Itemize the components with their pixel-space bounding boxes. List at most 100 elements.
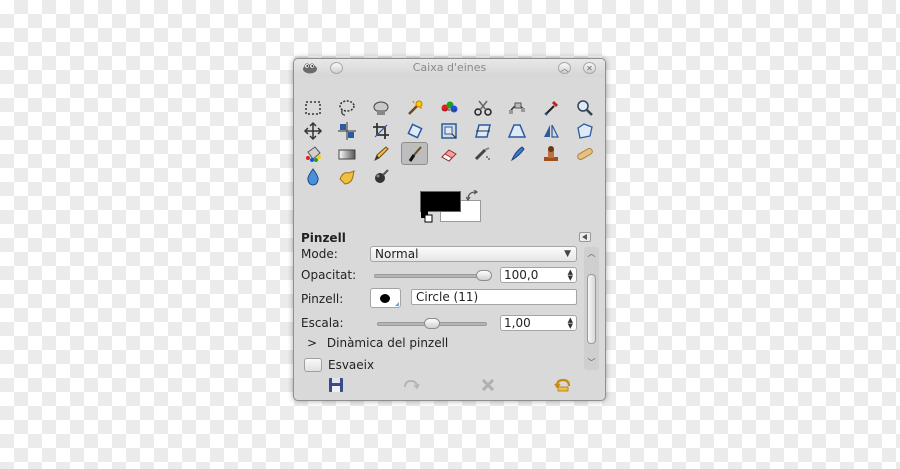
brush-shape-icon (380, 294, 390, 303)
zoom-tool[interactable] (571, 96, 598, 119)
brush-preview-button[interactable] (370, 288, 401, 308)
opacity-value: 100,0 (504, 268, 539, 282)
title-bar[interactable]: Caixa d'eines ︿ ✕ (294, 59, 605, 77)
brush-name-field[interactable]: Circle (11) (411, 289, 577, 305)
fade-checkbox[interactable] (304, 358, 322, 372)
free-select-tool[interactable] (333, 96, 360, 119)
foreground-color-swatch[interactable] (420, 191, 461, 212)
options-scrollbar[interactable]: ︿ ﹀ (584, 247, 599, 370)
scale-icon (440, 122, 457, 139)
default-colors-icon[interactable] (421, 211, 433, 223)
eraser-tool[interactable] (435, 142, 462, 165)
align-tool[interactable] (333, 119, 360, 142)
swap-colors-icon[interactable] (466, 190, 479, 201)
chevron-up-icon: ︿ (560, 64, 569, 73)
foreground-select-tool[interactable] (367, 96, 394, 119)
brush-label: Pinzell: (301, 292, 344, 306)
rect-select-icon (304, 100, 321, 115)
tool-options-panel: Pinzell Mode: Normal ▼ Opacitat: 100,0 ▲… (294, 227, 605, 400)
scale-label: Escala: (301, 316, 344, 330)
scale-tool[interactable] (435, 119, 462, 142)
minimize-button[interactable]: ︿ (558, 62, 571, 74)
heal-tool[interactable] (571, 142, 598, 165)
crop-icon (372, 122, 389, 139)
scale-value: 1,00 (504, 316, 531, 330)
flip-icon (543, 124, 559, 138)
opacity-slider[interactable] (374, 274, 484, 278)
chevron-down-icon: ▼ (564, 249, 571, 259)
foreground-select-icon (373, 101, 388, 115)
bucket-icon (305, 145, 321, 162)
tab-menu-icon (582, 234, 587, 240)
perspective-clone-tool[interactable] (605, 142, 606, 165)
dodge-burn-icon (374, 168, 389, 183)
delete-icon (481, 378, 495, 392)
perspective-icon (507, 123, 526, 138)
reset-options-button[interactable] (552, 375, 574, 395)
move-tool[interactable] (299, 119, 326, 142)
lasso-icon (338, 99, 355, 116)
fade-label: Esvaeix (328, 358, 375, 372)
save-options-button[interactable] (325, 375, 347, 395)
paths-tool[interactable] (503, 96, 530, 119)
restore-icon (404, 379, 420, 390)
restore-options-button[interactable] (400, 375, 422, 395)
spin-arrows-icon[interactable]: ▲ ▼ (568, 317, 573, 330)
ink-tool[interactable] (503, 142, 530, 165)
close-icon: ✕ (586, 64, 593, 73)
delete-options-button[interactable] (477, 375, 499, 395)
smudge-hand-icon (338, 169, 355, 185)
gradient-icon (338, 149, 355, 159)
shear-icon (474, 123, 491, 138)
color-picker-tool[interactable] (537, 96, 564, 119)
pencil-icon (373, 145, 389, 161)
rect-select-tool[interactable] (299, 96, 326, 119)
cage-icon (576, 122, 593, 139)
dynamics-expander[interactable]: > Dinàmica del pinzell (307, 336, 448, 350)
measure-tool[interactable] (605, 96, 606, 119)
align-icon (337, 121, 356, 140)
pencil-tool[interactable] (367, 142, 394, 165)
dodge-burn-tool[interactable] (367, 165, 394, 188)
scale-spinbox[interactable]: 1,00 ▲ ▼ (500, 315, 577, 331)
opacity-label: Opacitat: (301, 268, 357, 282)
airbrush-icon (474, 146, 490, 160)
blur-sharpen-tool[interactable] (299, 165, 326, 188)
floppy-icon (329, 378, 343, 392)
close-button[interactable]: ✕ (583, 62, 596, 74)
mode-combo[interactable]: Normal ▼ (370, 246, 577, 262)
tool-options-title: Pinzell (301, 231, 346, 245)
cage-transform-tool[interactable] (571, 119, 598, 142)
perspective-tool[interactable] (503, 119, 530, 142)
scrollbar-thumb[interactable] (587, 274, 596, 344)
clone-tool[interactable] (537, 142, 564, 165)
scale-slider-knob[interactable] (424, 318, 440, 329)
blend-tool[interactable] (333, 142, 360, 165)
panel-menu-button[interactable] (579, 232, 591, 242)
opacity-spinbox[interactable]: 100,0 ▲ ▼ (500, 267, 577, 283)
bucket-fill-tool[interactable] (299, 142, 326, 165)
corner-icon (395, 302, 399, 306)
water-drop-icon (306, 167, 319, 186)
fuzzy-select-tool[interactable] (401, 96, 428, 119)
rotate-tool[interactable] (401, 119, 428, 142)
scroll-down-icon[interactable]: ﹀ (587, 359, 596, 367)
flip-tool[interactable] (537, 119, 564, 142)
paintbrush-tool[interactable] (401, 142, 428, 165)
dynamics-label: Dinàmica del pinzell (326, 336, 449, 350)
select-by-color-tool[interactable] (435, 96, 462, 119)
scroll-up-icon[interactable]: ︿ (587, 250, 596, 258)
clone-stamp-icon (543, 145, 558, 161)
opacity-slider-knob[interactable] (476, 270, 492, 281)
paths-icon (508, 102, 525, 114)
smudge-tool[interactable] (333, 165, 360, 188)
ink-pen-icon (510, 145, 525, 161)
airbrush-tool[interactable] (469, 142, 496, 165)
crop-tool[interactable] (367, 119, 394, 142)
brush-name-value: Circle (11) (416, 290, 479, 304)
mode-label: Mode: (301, 247, 338, 261)
spin-arrows-icon[interactable]: ▲ ▼ (568, 269, 573, 282)
shear-tool[interactable] (469, 119, 496, 142)
scissors-select-tool[interactable] (469, 96, 496, 119)
text-tool[interactable] (605, 119, 606, 142)
